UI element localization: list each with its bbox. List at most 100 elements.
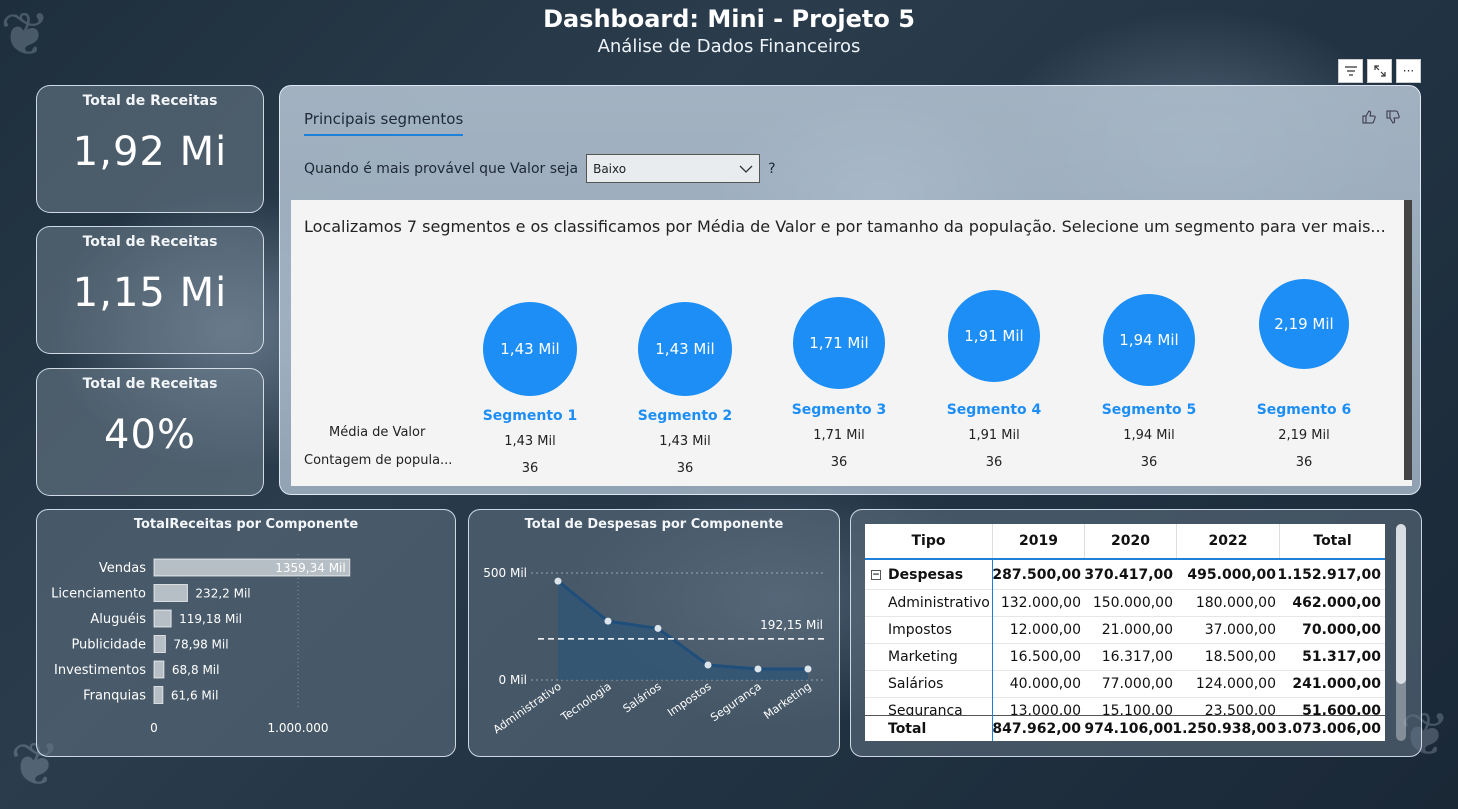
filter-icon[interactable] (1338, 59, 1363, 83)
table-cell: 51.317,00 (1302, 649, 1381, 665)
segment-bubble[interactable]: 1,94 Mil (1103, 294, 1195, 386)
row-label: Administrativo (888, 595, 990, 611)
segment-name[interactable]: Segmento 5 (1079, 402, 1219, 418)
row-label: Marketing (888, 649, 958, 665)
question-suffix: ? (768, 160, 776, 177)
row-label: Impostos (888, 622, 952, 638)
data-label: 119,18 Mil (179, 612, 242, 626)
table-cell: 12.000,00 (1009, 622, 1081, 638)
kpi-label: Total de Receitas (82, 234, 218, 250)
scrollbar[interactable] (1404, 200, 1412, 480)
row-label: Salários (888, 676, 944, 692)
segment-mean: 1,43 Mil (504, 434, 556, 449)
row-label: Segurança (888, 703, 963, 715)
table-cell: 23.500,00 (1204, 703, 1276, 715)
category-label: Aluguéis (90, 612, 146, 627)
segment-bubble[interactable]: 1,91 Mil (948, 290, 1040, 382)
segment-6[interactable]: 2,19 Mil Segmento 6 2,19 Mil 36 (1234, 279, 1374, 470)
table-total-row: Total 847.962,00 974.106,00 1.250.938,00… (865, 715, 1385, 741)
segment-name[interactable]: Segmento 3 (769, 402, 909, 418)
table-header-row: Tipo 2019 2020 2022 Total (865, 524, 1385, 560)
table-scrollbar-thumb[interactable] (1396, 524, 1406, 684)
table-cell: 70.000,00 (1302, 622, 1381, 638)
segment-count: 36 (830, 455, 848, 470)
kpi-card-3[interactable]: Total de Receitas 40% (36, 368, 264, 496)
segment-name[interactable]: Segmento 6 (1234, 402, 1374, 418)
table-cell: 462.000,00 (1292, 595, 1381, 611)
focus-mode-icon[interactable] (1367, 59, 1392, 83)
segment-bubble[interactable]: 1,71 Mil (793, 297, 885, 389)
table-group-row[interactable]: − Despesas 287.500,00 370.417,00 495.000… (865, 560, 1385, 590)
data-label: 78,98 Mil (173, 638, 228, 652)
average-line-label: 192,15 Mil (760, 618, 823, 632)
table-cell: 21.000,00 (1101, 622, 1173, 638)
bubble-label: 1,91 Mil (964, 327, 1024, 345)
header: Dashboard: Mini - Projeto 5 Análise de D… (0, 4, 1458, 60)
data-point (754, 665, 762, 673)
table-cell: 16.500,00 (1009, 649, 1081, 665)
column-header[interactable]: 2020 (1085, 524, 1177, 558)
tab-principais-segmentos[interactable]: Principais segmentos (304, 110, 464, 136)
column-header[interactable]: Tipo (865, 524, 993, 558)
category-label: Marketing (761, 680, 813, 722)
segment-2[interactable]: 1,43 Mil Segmento 2 1,43 Mil 36 (615, 294, 755, 476)
column-divider (992, 560, 993, 741)
thumbs-down-icon[interactable] (1386, 110, 1400, 128)
segment-mean: 1,91 Mil (968, 428, 1020, 443)
category-label: Investimentos (54, 663, 146, 678)
data-point (804, 665, 812, 673)
visual-header-toolbar: ··· (1338, 59, 1421, 83)
group-label-text: Despesas (888, 566, 964, 583)
table-cell: 1.250.938,00 (1172, 720, 1276, 737)
bubble-label: 1,71 Mil (809, 334, 869, 352)
segment-3[interactable]: 1,71 Mil Segmento 3 1,71 Mil 36 (769, 294, 909, 470)
segments-description: Localizamos 7 segmentos e os classificam… (304, 217, 1386, 236)
expenses-matrix: Tipo 2019 2020 2022 Total − Despesas 287… (865, 524, 1385, 741)
table-cell: 132.000,00 (1000, 595, 1081, 611)
segment-count: 36 (1140, 455, 1158, 470)
value-select[interactable]: Baixo (586, 154, 761, 183)
kpi-card-1[interactable]: Total de Receitas 1,92 Mi (36, 85, 264, 213)
category-label: Franquias (83, 689, 146, 704)
more-options-icon[interactable]: ··· (1396, 59, 1421, 83)
thumbs-up-icon[interactable] (1362, 110, 1376, 128)
table-scrollbar[interactable] (1396, 524, 1406, 741)
segment-4[interactable]: 1,91 Mil Segmento 4 1,91 Mil 36 (924, 290, 1064, 470)
bubble-label: 2,19 Mil (1274, 315, 1334, 333)
column-header[interactable]: 2019 (993, 524, 1085, 558)
segment-bubble[interactable]: 2,19 Mil (1259, 279, 1349, 369)
segment-name[interactable]: Segmento 2 (615, 408, 755, 424)
table-cell: 974.106,00 (1084, 720, 1173, 737)
segment-mean: 1,71 Mil (813, 428, 865, 443)
table-cell: 370.417,00 (1084, 566, 1173, 583)
segment-name[interactable]: Segmento 1 (460, 408, 600, 424)
kpi-label: Total de Receitas (82, 93, 218, 109)
bar (153, 660, 165, 679)
kpi-value: 40% (104, 412, 196, 458)
column-header[interactable]: Total (1280, 524, 1385, 558)
segment-mean: 2,19 Mil (1278, 428, 1330, 443)
table-cell: 3.073.006,00 (1277, 720, 1381, 737)
segment-5[interactable]: 1,94 Mil Segmento 5 1,94 Mil 36 (1079, 294, 1219, 470)
segment-1[interactable]: 1,43 Mil Segmento 1 1,43 Mil 36 (460, 294, 600, 476)
segment-bubble[interactable]: 1,43 Mil (638, 302, 732, 396)
kpi-card-2[interactable]: Total de Receitas 1,15 Mi (36, 226, 264, 354)
group-label[interactable]: − Despesas (865, 560, 993, 589)
segment-count: 36 (985, 455, 1003, 470)
table-cell: 51.600,00 (1302, 703, 1381, 715)
segment-count: 36 (1295, 455, 1313, 470)
segment-name[interactable]: Segmento 4 (924, 402, 1064, 418)
page-title: Dashboard: Mini - Projeto 5 (543, 5, 915, 33)
table-row: Marketing 16.500,00 16.317,00 18.500,00 … (865, 644, 1385, 671)
bar (153, 609, 172, 628)
bubble-label: 1,43 Mil (655, 340, 715, 358)
segment-bubble[interactable]: 1,43 Mil (483, 302, 577, 396)
table-cell: 1.152.917,00 (1277, 566, 1381, 583)
collapse-icon[interactable]: − (871, 569, 881, 580)
column-header[interactable]: 2022 (1177, 524, 1280, 558)
segments-body: Localizamos 7 segmentos e os classificam… (291, 200, 1412, 486)
data-label: 1359,34 Mil (275, 561, 345, 575)
table-cell: 847.962,00 (992, 720, 1081, 737)
table-row: Administrativo 132.000,00 150.000,00 180… (865, 590, 1385, 617)
kpi-label: Total de Receitas (82, 376, 218, 392)
